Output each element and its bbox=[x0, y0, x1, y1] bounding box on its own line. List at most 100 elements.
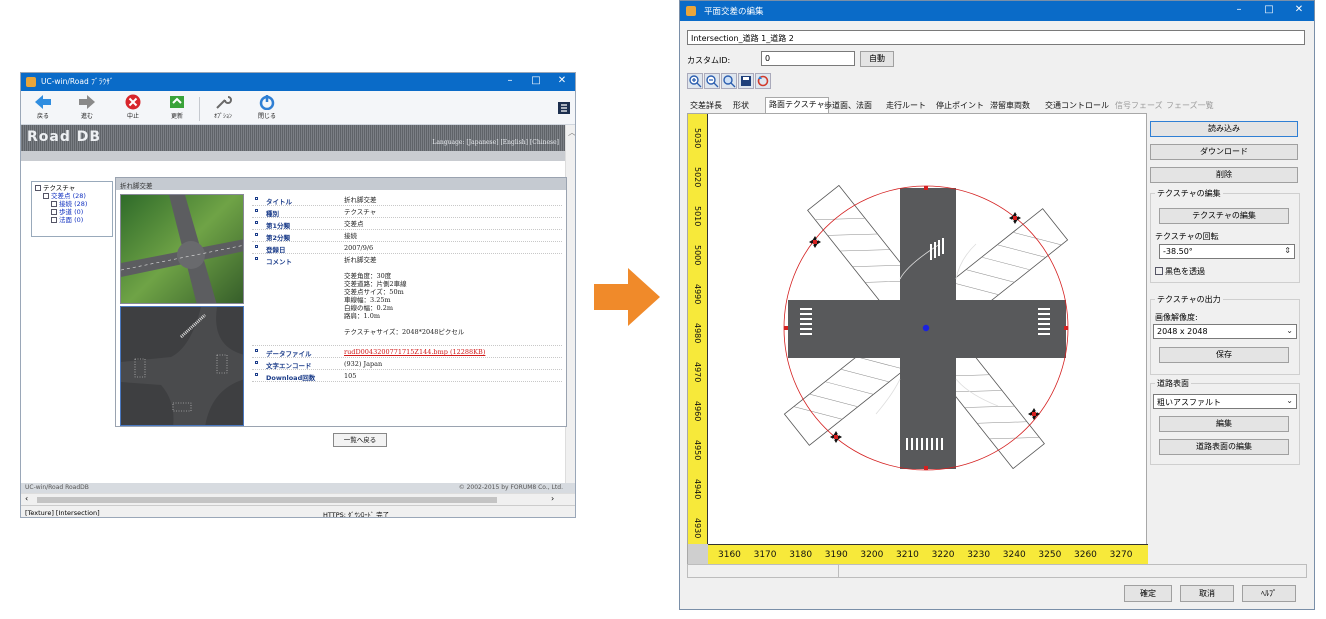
collapse-icon[interactable] bbox=[35, 185, 41, 191]
intersection-texture-image bbox=[121, 307, 243, 425]
tree-node-intersection[interactable]: 交差点 (28) bbox=[35, 192, 109, 200]
tab-bar: 交差詳長 形状 路面テクスチャ 歩道面、法面 走行ルート 停止ポイント 滞留車両… bbox=[687, 97, 1309, 113]
scroll-left-icon[interactable]: ‹ bbox=[25, 494, 28, 503]
refresh-button[interactable]: 更新 bbox=[157, 91, 197, 125]
tab-shape[interactable]: 形状 bbox=[730, 99, 752, 113]
intersection-name-field[interactable]: Intersection_道路 1_道路 2 bbox=[687, 30, 1305, 45]
options-label: ｵﾌﾟｼｮﾝ bbox=[213, 113, 232, 120]
ruler-x-label: 3180 bbox=[789, 550, 813, 560]
dialog-title: 平面交差の編集 bbox=[704, 7, 764, 17]
center-point[interactable] bbox=[922, 324, 930, 332]
tab-queue-vehicles[interactable]: 滞留車両数 bbox=[987, 99, 1033, 113]
zoom-out-button[interactable] bbox=[704, 73, 720, 89]
close-button[interactable]: ✕ bbox=[551, 75, 573, 86]
tree-leaf[interactable]: 接続 (28) bbox=[35, 200, 109, 208]
language-links[interactable]: Language: [Japanese] [English] [Chinese] bbox=[432, 139, 559, 146]
tree-leaf[interactable]: 法面 (0) bbox=[35, 216, 109, 224]
handle-left[interactable] bbox=[784, 326, 788, 330]
ruler-x-label: 3170 bbox=[753, 550, 777, 560]
edit-surface-button[interactable]: 編集 bbox=[1159, 416, 1289, 432]
property-value: 105 bbox=[344, 372, 357, 380]
ruler-y-label: 5020 bbox=[693, 167, 702, 188]
reset-view-button[interactable] bbox=[755, 73, 771, 89]
rotation-label: テクスチャの回転 bbox=[1155, 232, 1219, 241]
status-divider bbox=[838, 565, 839, 577]
dialog-statusbar bbox=[687, 564, 1307, 578]
horizontal-scrollbar[interactable]: ‹ › bbox=[21, 493, 575, 505]
minimize-button[interactable]: – bbox=[499, 75, 521, 86]
ok-button[interactable]: 確定 bbox=[1124, 585, 1172, 602]
tab-phase-list: フェーズ一覧 bbox=[1166, 101, 1214, 110]
help-button[interactable]: ﾍﾙﾌﾟ bbox=[1242, 585, 1296, 602]
save-view-button[interactable] bbox=[738, 73, 754, 89]
tab-traffic-control[interactable]: 交通コントロール bbox=[1042, 99, 1112, 113]
tab-road-texture[interactable]: 路面テクスチャ bbox=[765, 97, 829, 113]
tab-sidewalk-slope[interactable]: 歩道面、法面 bbox=[821, 99, 875, 113]
rotate-handle-icon[interactable] bbox=[1028, 408, 1040, 420]
delete-texture-button[interactable]: 削除 bbox=[1150, 167, 1298, 183]
zoom-in-button[interactable] bbox=[687, 73, 703, 89]
scroll-thumb[interactable] bbox=[37, 497, 497, 503]
property-key: 文字エンコード bbox=[266, 362, 312, 370]
auto-button[interactable]: 自動 bbox=[860, 51, 894, 67]
rotation-spinner[interactable]: -38.50° ⇕ bbox=[1159, 244, 1295, 259]
texture-preview-top bbox=[120, 306, 244, 426]
resolution-select[interactable]: 2048 x 2048 ⌄ bbox=[1153, 324, 1297, 339]
save-texture-button[interactable]: 保存 bbox=[1159, 347, 1289, 363]
tab-intersection-detail[interactable]: 交差詳長 bbox=[687, 99, 725, 113]
category-tree: テクスチャ 交差点 (28) 接続 (28) 歩道 (0) 法面 (0) bbox=[31, 181, 113, 237]
scroll-up-icon[interactable]: ︿ bbox=[568, 127, 575, 138]
handle-top[interactable] bbox=[924, 186, 928, 190]
intersection-canvas[interactable] bbox=[708, 114, 1146, 544]
minimize-button[interactable]: – bbox=[1228, 4, 1250, 15]
edit-road-surface-button[interactable]: 道路表面の編集 bbox=[1159, 439, 1289, 455]
data-file-link[interactable]: rudD0043200771715Z144.bmp (12288KB) bbox=[344, 348, 485, 356]
browser-title: UC-win/Road ﾌﾞﾗｳｻﾞ bbox=[41, 77, 114, 86]
handle-right[interactable] bbox=[1064, 326, 1068, 330]
back-button[interactable]: 戻る bbox=[23, 91, 63, 125]
scroll-right-icon[interactable]: › bbox=[551, 494, 554, 503]
brand-icon bbox=[558, 102, 570, 114]
stop-button[interactable]: 中止 bbox=[113, 91, 153, 125]
chevron-down-icon: ⌄ bbox=[1286, 396, 1293, 405]
leaf-icon bbox=[51, 201, 57, 207]
edit-texture-button[interactable]: テクスチャの編集 bbox=[1159, 208, 1289, 224]
ruler-x-label: 3250 bbox=[1038, 550, 1062, 560]
ruler-x-label: 3270 bbox=[1109, 550, 1133, 560]
stop-label: 中止 bbox=[126, 113, 139, 120]
browser-window: UC-win/Road ﾌﾞﾗｳｻﾞ – □ ✕ 戻る 進む 中止 更新 ｵﾌﾟ… bbox=[20, 72, 576, 518]
maximize-button[interactable]: □ bbox=[525, 75, 547, 86]
back-arrow-icon bbox=[35, 95, 51, 109]
cancel-button[interactable]: 取消 bbox=[1180, 585, 1234, 602]
save-icon bbox=[741, 76, 751, 86]
tab-driving-route[interactable]: 走行ルート bbox=[883, 99, 929, 113]
checkbox-icon[interactable] bbox=[1155, 267, 1163, 275]
custom-id-input[interactable]: 0 bbox=[761, 51, 855, 66]
load-texture-button[interactable]: 読み込み bbox=[1150, 121, 1298, 137]
texture-edit-group-label: テクスチャの編集 bbox=[1155, 188, 1223, 199]
app-icon bbox=[26, 77, 36, 87]
transparent-black-checkbox[interactable]: 黒色を透過 bbox=[1155, 266, 1205, 277]
collapse-icon[interactable] bbox=[43, 193, 49, 199]
tab-stop-point[interactable]: 停止ポイント bbox=[933, 99, 987, 113]
ruler-x-label: 3210 bbox=[896, 550, 919, 560]
close-button[interactable]: ✕ bbox=[1288, 4, 1310, 15]
forward-arrow-icon bbox=[79, 95, 95, 109]
handle-bottom[interactable] bbox=[924, 466, 928, 470]
rotate-handle-icon[interactable] bbox=[809, 236, 821, 248]
tree-leaf[interactable]: 歩道 (0) bbox=[35, 208, 109, 216]
road-surface-select[interactable]: 粗いアスファルト ⌄ bbox=[1153, 394, 1297, 409]
download-texture-button[interactable]: ダウンロード bbox=[1150, 144, 1298, 160]
reset-icon bbox=[757, 75, 769, 87]
tree-root[interactable]: テクスチャ bbox=[35, 184, 109, 192]
maximize-button[interactable]: □ bbox=[1258, 4, 1280, 15]
options-button[interactable]: ｵﾌﾟｼｮﾝ bbox=[203, 91, 243, 125]
tree-leaf-label: 歩道 (0) bbox=[59, 208, 84, 216]
spinner-arrows-icon[interactable]: ⇕ bbox=[1284, 246, 1291, 255]
forward-button[interactable]: 進む bbox=[67, 91, 107, 125]
back-to-list-button[interactable]: 一覧へ戻る bbox=[333, 433, 387, 447]
zoom-fit-button[interactable] bbox=[721, 73, 737, 89]
property-value: 折れ脚交差 交差角度：30度 交差道路：片側2車線 交差点サイズ：50m 車線幅… bbox=[344, 256, 465, 336]
property-value: 2007/9/6 bbox=[344, 244, 374, 252]
close-browser-button[interactable]: 閉じる bbox=[247, 91, 287, 125]
